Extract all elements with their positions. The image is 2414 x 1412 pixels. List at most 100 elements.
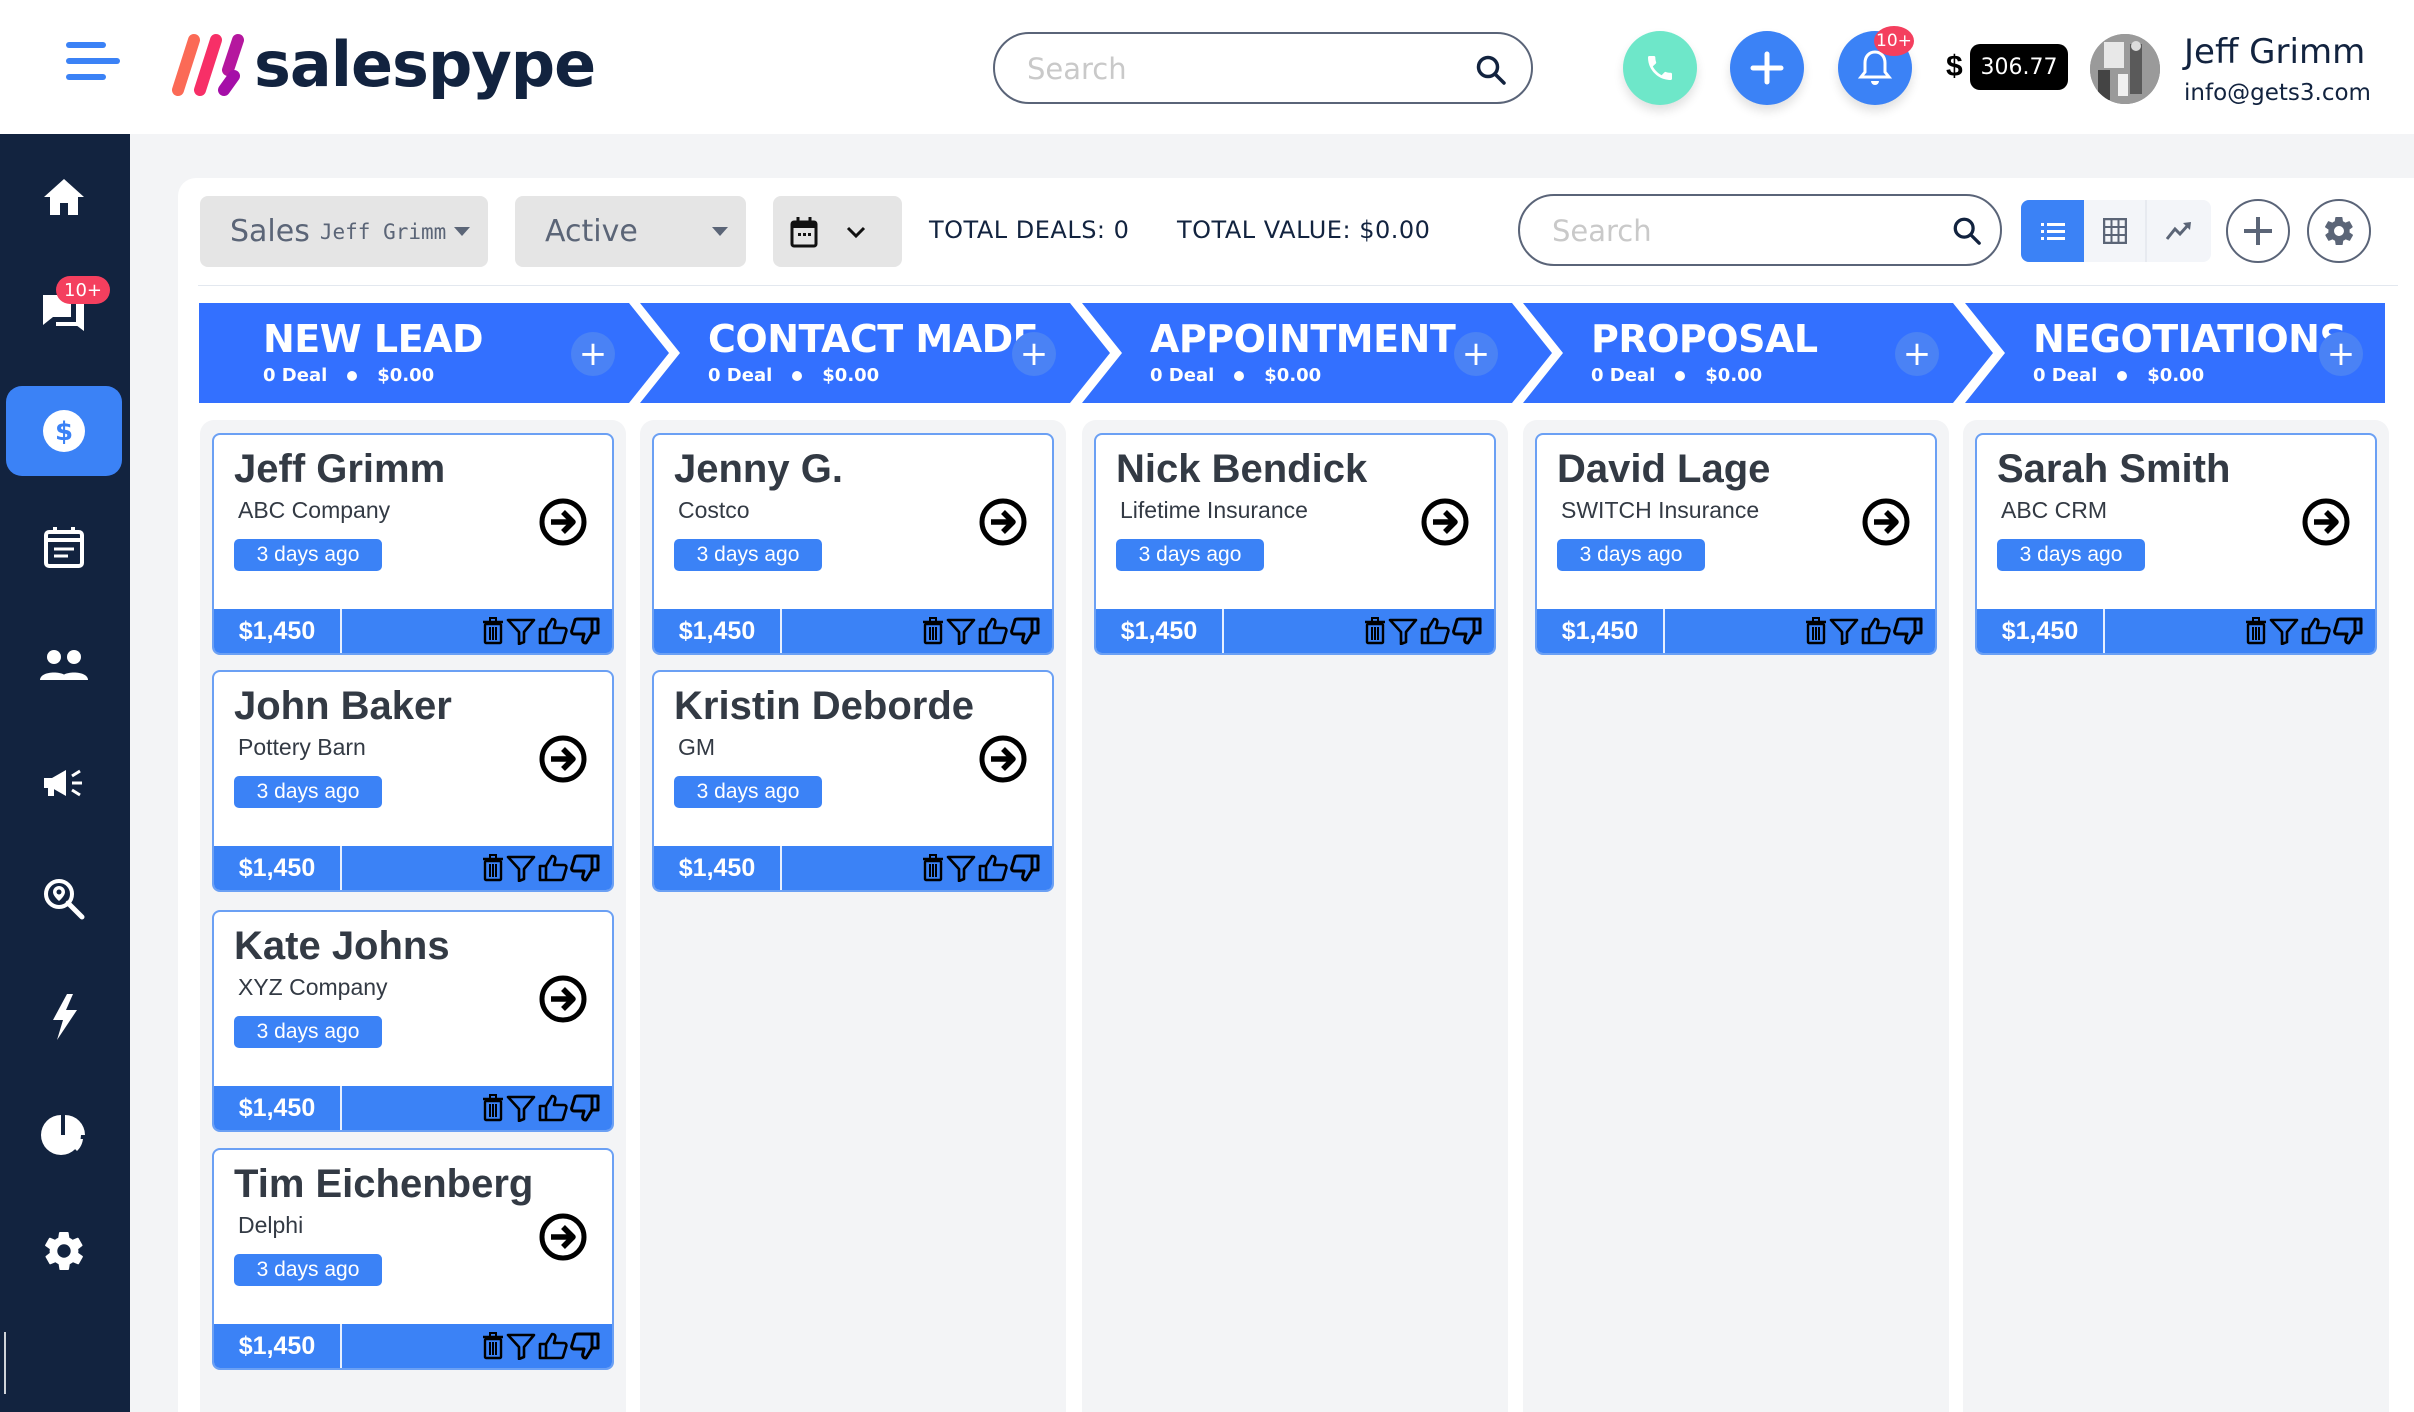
- deal-card[interactable]: Sarah Smith ABC CRM 3 days ago $1,450: [1975, 433, 2377, 655]
- total-deals: TOTAL DEALS: 0: [929, 216, 1130, 244]
- filter-icon[interactable]: [1829, 617, 1859, 645]
- filter-icon[interactable]: [1388, 617, 1418, 645]
- sidebar-item-lead-search[interactable]: [6, 854, 122, 944]
- arrow-right-circle-icon[interactable]: [2301, 497, 2351, 547]
- thumbs-down-icon[interactable]: [2333, 617, 2363, 645]
- sidebar-item-deals[interactable]: $: [6, 386, 122, 476]
- thumbs-down-icon[interactable]: [570, 1094, 600, 1122]
- filter-icon[interactable]: [946, 854, 976, 882]
- add-to-stage-button[interactable]: +: [1454, 332, 1498, 376]
- thumbs-down-icon[interactable]: [1452, 617, 1482, 645]
- balance-amount[interactable]: 306.77: [1970, 44, 2068, 90]
- menu-toggle-button[interactable]: [66, 42, 120, 82]
- logo-mark-icon: [172, 34, 244, 96]
- add-deal-button[interactable]: [2226, 199, 2290, 263]
- thumbs-down-icon[interactable]: [1010, 617, 1040, 645]
- sidebar-item-contacts[interactable]: [6, 620, 122, 710]
- add-to-stage-button[interactable]: +: [1012, 332, 1056, 376]
- thumbs-down-icon[interactable]: [1893, 617, 1923, 645]
- global-search-input[interactable]: [1027, 50, 1457, 88]
- sidebar-item-home[interactable]: [6, 152, 122, 242]
- thumbs-up-icon[interactable]: [1420, 617, 1450, 645]
- deal-card[interactable]: Nick Bendick Lifetime Insurance 3 days a…: [1094, 433, 1496, 655]
- delete-icon[interactable]: [1364, 617, 1386, 645]
- grid-view-button[interactable]: [2084, 200, 2147, 262]
- deal-card[interactable]: Kristin Deborde GM 3 days ago $1,450: [652, 670, 1054, 892]
- thumbs-down-icon[interactable]: [570, 854, 600, 882]
- thumbs-up-icon[interactable]: [538, 854, 568, 882]
- arrow-right-circle-icon[interactable]: [978, 497, 1028, 547]
- stage-header-negotiations: NEGOTIATIONS 0 Deal $0.00 +: [1965, 303, 2385, 403]
- thumbs-up-icon[interactable]: [538, 617, 568, 645]
- delete-icon[interactable]: [922, 617, 944, 645]
- thumbs-down-icon[interactable]: [570, 1332, 600, 1360]
- filter-icon[interactable]: [506, 1332, 536, 1360]
- add-to-stage-button[interactable]: +: [2319, 332, 2363, 376]
- arrow-right-circle-icon[interactable]: [1861, 497, 1911, 547]
- user-name[interactable]: Jeff Grimm: [2184, 32, 2365, 72]
- arrow-right-circle-icon[interactable]: [538, 497, 588, 547]
- delete-icon[interactable]: [482, 854, 504, 882]
- search-icon[interactable]: [1475, 54, 1507, 86]
- deal-card[interactable]: Jeff Grimm ABC Company 3 days ago $1,450: [212, 433, 614, 655]
- deal-amount: $1,450: [214, 846, 342, 890]
- filter-icon[interactable]: [506, 854, 536, 882]
- list-view-button[interactable]: [2021, 200, 2084, 262]
- filter-icon[interactable]: [506, 617, 536, 645]
- arrow-right-circle-icon[interactable]: [1420, 497, 1470, 547]
- chart-view-button[interactable]: [2147, 200, 2210, 262]
- deal-age-badge: 3 days ago: [234, 776, 382, 808]
- quick-add-button[interactable]: [1730, 31, 1804, 105]
- date-filter-button[interactable]: [773, 196, 902, 267]
- deal-card[interactable]: Tim Eichenberg Delphi 3 days ago $1,450: [212, 1148, 614, 1370]
- thumbs-down-icon[interactable]: [570, 617, 600, 645]
- user-avatar[interactable]: [2090, 34, 2160, 104]
- thumbs-up-icon[interactable]: [2301, 617, 2331, 645]
- call-button[interactable]: [1623, 31, 1697, 105]
- delete-icon[interactable]: [482, 617, 504, 645]
- pipeline-search-input[interactable]: [1552, 212, 1932, 250]
- stage-header-appointment: APPOINTMENT 0 Deal $0.00 +: [1082, 303, 1552, 403]
- deal-contact-name: Tim Eichenberg: [234, 1162, 534, 1206]
- delete-icon[interactable]: [482, 1094, 504, 1122]
- status-select[interactable]: Active: [515, 196, 746, 267]
- global-search: [993, 32, 1533, 104]
- deal-actions: [482, 1332, 600, 1360]
- filter-icon[interactable]: [946, 617, 976, 645]
- deal-card[interactable]: John Baker Pottery Barn 3 days ago $1,45…: [212, 670, 614, 892]
- sidebar-item-automation[interactable]: [6, 972, 122, 1062]
- arrow-right-circle-icon[interactable]: [538, 974, 588, 1024]
- sidebar-scrollbar[interactable]: [4, 1332, 6, 1394]
- gear-icon: [45, 1232, 83, 1270]
- thumbs-up-icon[interactable]: [1861, 617, 1891, 645]
- deal-card[interactable]: Kate Johns XYZ Company 3 days ago $1,450: [212, 910, 614, 1132]
- thumbs-up-icon[interactable]: [978, 617, 1008, 645]
- delete-icon[interactable]: [1805, 617, 1827, 645]
- sidebar-item-reports[interactable]: [6, 1090, 122, 1180]
- sidebar-item-campaigns[interactable]: [6, 738, 122, 828]
- pipeline-settings-button[interactable]: [2307, 199, 2371, 263]
- thumbs-down-icon[interactable]: [1010, 854, 1040, 882]
- filter-icon[interactable]: [506, 1094, 536, 1122]
- sidebar-item-settings[interactable]: [6, 1206, 122, 1296]
- arrow-right-circle-icon[interactable]: [538, 1212, 588, 1262]
- delete-icon[interactable]: [482, 1332, 504, 1360]
- delete-icon[interactable]: [2245, 617, 2267, 645]
- svg-text:$: $: [55, 417, 73, 447]
- deal-card[interactable]: Jenny G. Costco 3 days ago $1,450: [652, 433, 1054, 655]
- arrow-right-circle-icon[interactable]: [538, 734, 588, 784]
- brand-logo[interactable]: salespype: [172, 30, 596, 100]
- thumbs-up-icon[interactable]: [978, 854, 1008, 882]
- arrow-right-circle-icon[interactable]: [978, 734, 1028, 784]
- thumbs-up-icon[interactable]: [538, 1332, 568, 1360]
- add-to-stage-button[interactable]: +: [1895, 332, 1939, 376]
- thumbs-up-icon[interactable]: [538, 1094, 568, 1122]
- search-icon[interactable]: [1952, 216, 1982, 246]
- deal-card[interactable]: David Lage SWITCH Insurance 3 days ago $…: [1535, 433, 1937, 655]
- gear-icon: [2325, 216, 2353, 246]
- filter-icon[interactable]: [2269, 617, 2299, 645]
- pipeline-select[interactable]: Sales Jeff Grimm: [200, 196, 488, 267]
- delete-icon[interactable]: [922, 854, 944, 882]
- sidebar-item-calendar[interactable]: [6, 502, 122, 592]
- add-to-stage-button[interactable]: +: [571, 332, 615, 376]
